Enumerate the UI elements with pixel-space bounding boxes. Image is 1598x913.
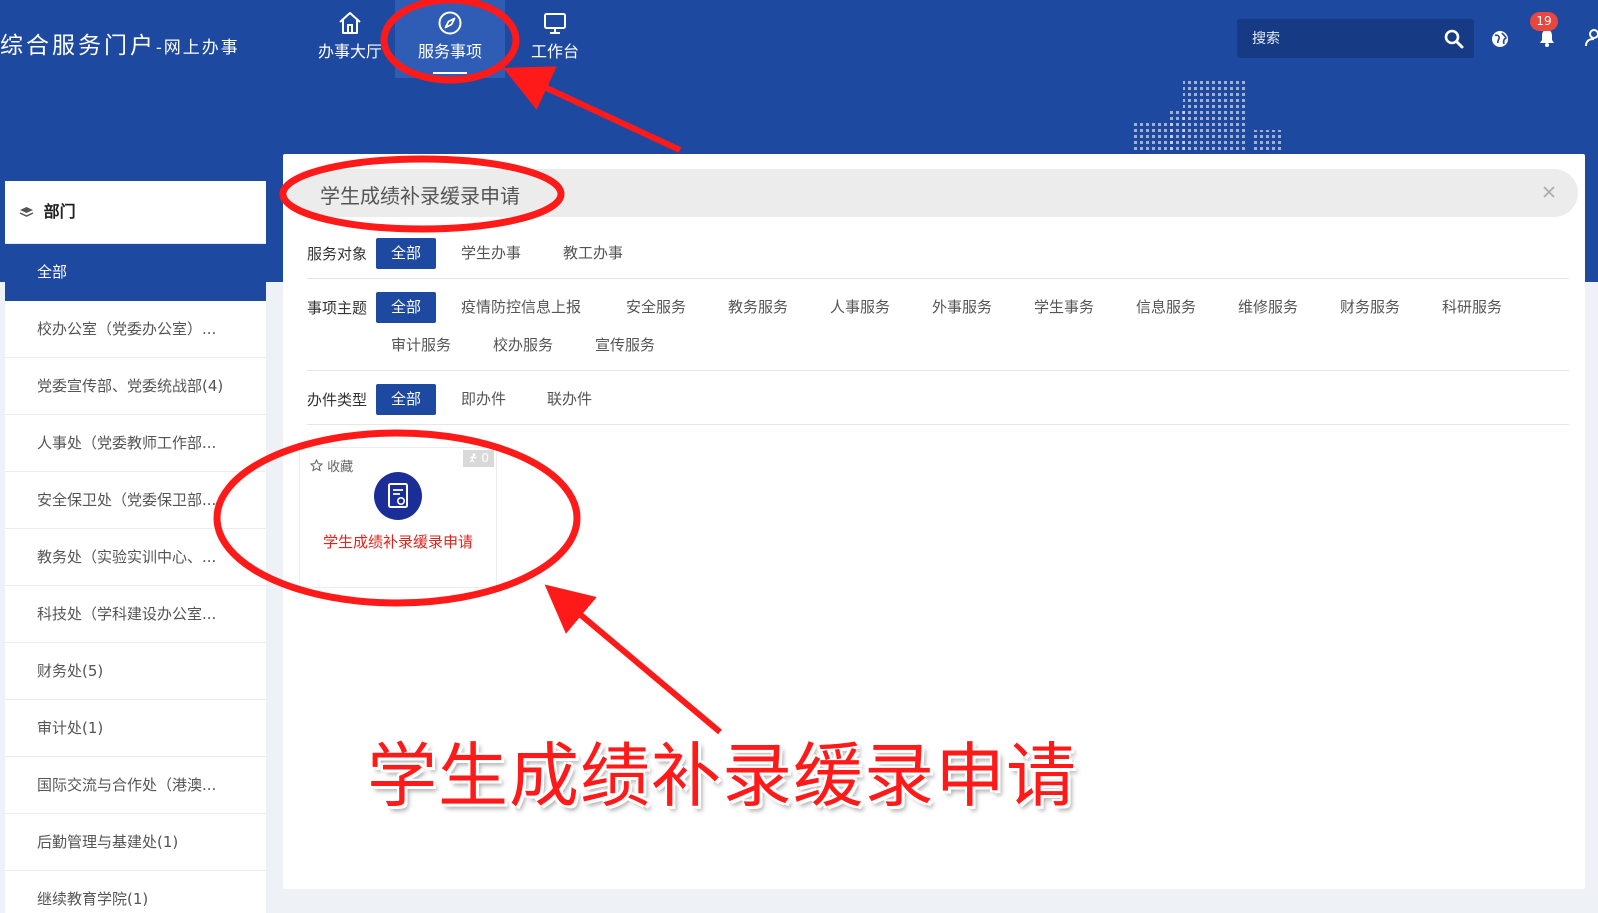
chip-theme-safety[interactable]: 安全服务	[611, 292, 701, 323]
sidebar-item-office[interactable]: 校办公室（党委办公室）...	[5, 301, 266, 358]
nav-services-label: 服务事项	[417, 42, 482, 61]
brand-logo[interactable]: 综合服务门户-网上办事	[0, 26, 240, 60]
sidebar-item-publicity[interactable]: 党委宣传部、党委统战部(4)	[5, 358, 266, 415]
chip-type-instant[interactable]: 即办件	[446, 384, 521, 415]
brand-subtitle: -网上办事	[156, 38, 240, 58]
chip-theme-teaching[interactable]: 教务服务	[713, 292, 803, 323]
filter-target-label: 服务对象	[307, 245, 368, 263]
nav-workbench-label: 工作台	[530, 42, 579, 61]
chip-theme-office[interactable]: 校办服务	[478, 330, 568, 361]
sidebar-item-all[interactable]: 全部	[5, 244, 266, 301]
nav-services[interactable]: 服务事项	[395, 0, 505, 78]
filter-theme-row: 事项主题 全部 疫情防控信息上报 安全服务 教务服务 人事服务 外事服务 学生事…	[307, 290, 1561, 370]
sidebar-item-logistics[interactable]: 后勤管理与基建处(1)	[5, 814, 266, 871]
filter-target-row: 服务对象 全部 学生办事 教工办事	[307, 236, 1561, 276]
city-skyline-illustration	[1133, 80, 1281, 152]
chip-theme-finance[interactable]: 财务服务	[1325, 292, 1415, 323]
chip-theme-student-affairs[interactable]: 学生事务	[1019, 292, 1109, 323]
nav-hall-label: 办事大厅	[317, 42, 382, 61]
sidebar-item-continuing-edu[interactable]: 继续教育学院(1)	[5, 871, 266, 913]
sidebar-item-audit[interactable]: 审计处(1)	[5, 700, 266, 757]
sidebar-item-academic[interactable]: 教务处（实验实训中心、...	[5, 529, 266, 586]
chip-type-all[interactable]: 全部	[376, 384, 437, 415]
filter-type-row: 办件类型 全部 即办件 联办件	[307, 382, 1561, 422]
chip-target-all[interactable]: 全部	[376, 238, 437, 269]
chip-theme-all[interactable]: 全部	[376, 292, 437, 323]
clear-icon[interactable]	[1542, 185, 1556, 199]
chip-target-staff[interactable]: 教工办事	[548, 238, 638, 269]
search-icon[interactable]	[1444, 29, 1464, 49]
service-card[interactable]: 收藏 0 学生成绩补录缓录申请	[299, 447, 497, 588]
home-icon	[339, 12, 361, 34]
sidebar-item-security[interactable]: 安全保卫处（党委保卫部...	[5, 472, 266, 529]
filter-theme-label: 事项主题	[307, 299, 368, 317]
runner-icon	[469, 453, 477, 463]
sidebar-item-finance[interactable]: 财务处(5)	[5, 643, 266, 700]
annotation-text: 学生成绩补录缓录申请	[367, 735, 1077, 817]
filter-divider	[307, 278, 1569, 279]
layers-icon	[19, 207, 34, 217]
notification-badge: 19	[1530, 12, 1558, 31]
filter-divider	[307, 370, 1569, 371]
brand-title: 综合服务门户	[0, 33, 156, 59]
bell-icon[interactable]	[1537, 28, 1557, 48]
chip-theme-audit[interactable]: 审计服务	[376, 330, 466, 361]
globe-icon[interactable]	[1491, 30, 1509, 48]
filter-divider	[307, 424, 1569, 425]
chip-target-student[interactable]: 学生办事	[446, 238, 536, 269]
compass-icon	[438, 11, 462, 35]
view-count-tag: 0	[462, 450, 494, 467]
chip-theme-epidemic[interactable]: 疫情防控信息上报	[446, 292, 596, 323]
header-search-input[interactable]	[1237, 19, 1442, 58]
chip-type-joint[interactable]: 联办件	[532, 384, 607, 415]
nav-hall[interactable]: 办事大厅	[308, 0, 392, 78]
filter-type-label: 办件类型	[307, 391, 368, 409]
sidebar-header: 部门	[5, 181, 266, 244]
service-search-bar	[288, 169, 1578, 219]
sidebar-item-personnel[interactable]: 人事处（党委教师工作部...	[5, 415, 266, 472]
favorite-label: 收藏	[327, 460, 354, 475]
sidebar-item-international[interactable]: 国际交流与合作处（港澳...	[5, 757, 266, 814]
department-sidebar: 部门 全部 校办公室（党委办公室）... 党委宣传部、党委统战部(4) 人事处（…	[5, 181, 266, 913]
chip-theme-research[interactable]: 科研服务	[1427, 292, 1517, 323]
monitor-icon	[544, 13, 566, 34]
chip-theme-hr[interactable]: 人事服务	[815, 292, 905, 323]
chip-theme-publicity[interactable]: 宣传服务	[580, 330, 670, 361]
sidebar-title: 部门	[43, 202, 76, 221]
chip-theme-foreign[interactable]: 外事服务	[917, 292, 1007, 323]
star-icon	[309, 458, 324, 472]
chip-theme-information[interactable]: 信息服务	[1121, 292, 1211, 323]
document-icon	[374, 472, 422, 520]
user-icon[interactable]	[1585, 29, 1598, 47]
service-search-input[interactable]	[318, 169, 1502, 219]
nav-workbench[interactable]: 工作台	[510, 0, 600, 78]
view-count: 0	[481, 451, 489, 465]
header-search	[1237, 19, 1474, 58]
favorite-toggle[interactable]: 收藏	[309, 456, 354, 475]
chip-theme-repair[interactable]: 维修服务	[1223, 292, 1313, 323]
sidebar-item-science[interactable]: 科技处（学科建设办公室...	[5, 586, 266, 643]
service-card-title: 学生成绩补录缓录申请	[322, 533, 473, 551]
